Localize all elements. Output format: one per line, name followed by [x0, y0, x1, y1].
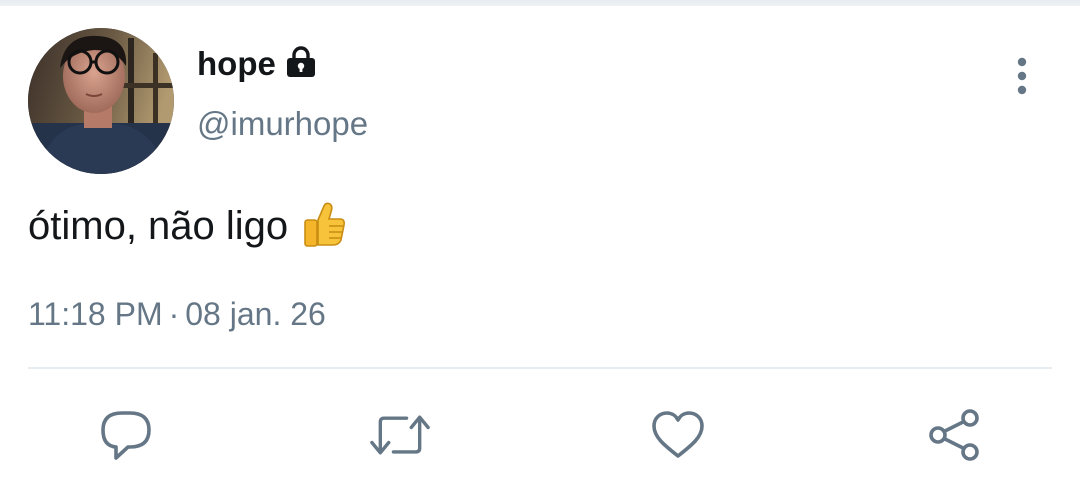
share-button[interactable]: [924, 405, 984, 465]
thumbs-up-icon: [304, 202, 346, 247]
top-divider: [0, 0, 1080, 6]
share-icon: [929, 409, 979, 461]
avatar[interactable]: [28, 28, 174, 174]
display-name[interactable]: hope: [197, 44, 276, 84]
reply-button[interactable]: [96, 405, 156, 465]
retweet-icon: [370, 415, 430, 455]
more-vertical-icon: [1017, 57, 1027, 95]
heart-icon: [652, 411, 704, 458]
avatar-image: [28, 28, 174, 174]
like-button[interactable]: [648, 405, 708, 465]
more-options-button[interactable]: [1000, 54, 1044, 98]
tweet-date: 08 jan. 26: [185, 296, 326, 332]
retweet-button[interactable]: [370, 405, 430, 465]
actions-divider: [28, 367, 1052, 369]
user-handle[interactable]: @imurhope: [197, 104, 368, 144]
lock-icon: [287, 46, 315, 77]
timestamp-separator: ·: [168, 296, 180, 332]
tweet-time: 11:18 PM: [28, 296, 163, 332]
tweet-text-content: ótimo, não ligo: [28, 204, 289, 248]
timestamp: 11:18 PM · 08 jan. 26: [28, 294, 326, 334]
reply-icon: [101, 411, 151, 460]
tweet-text: ótimo, não ligo: [28, 200, 348, 250]
